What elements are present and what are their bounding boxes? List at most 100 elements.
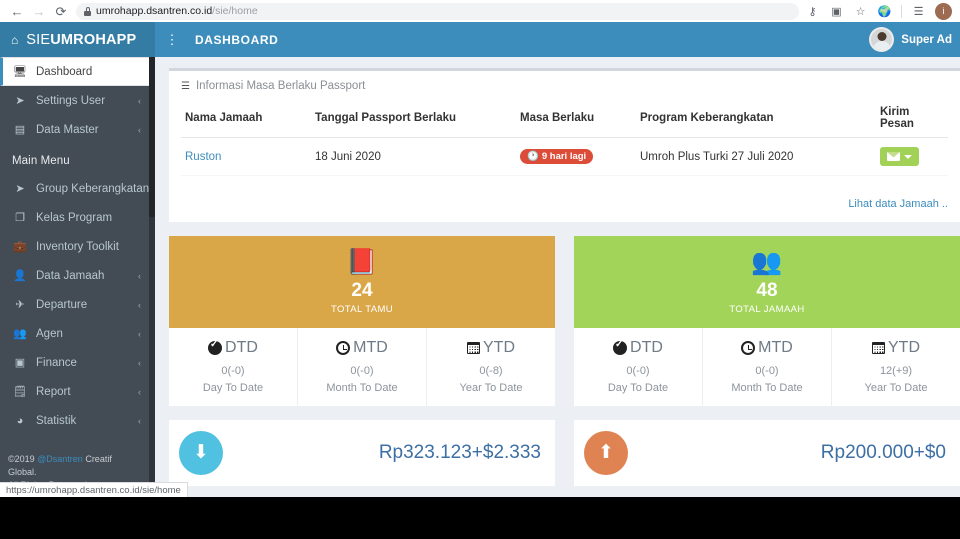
sidebar-item-statistik[interactable]: ◕ Statistik ‹ bbox=[0, 406, 155, 435]
stat-card-number: 48 bbox=[756, 280, 778, 301]
col-nama-jamaah: Nama Jamaah bbox=[181, 100, 311, 138]
sidebar-item-kelas-program[interactable]: ❐ Kelas Program bbox=[0, 203, 155, 232]
sidebar: 🖥 Dashboard ➤ Settings User ‹ ▤ Data Mas… bbox=[0, 57, 155, 497]
chevron-left-icon: ‹ bbox=[138, 415, 141, 426]
top-navbar: ⋮ DASHBOARD Super Ad bbox=[155, 22, 960, 57]
sidebar-item-finance[interactable]: ▣ Finance ‹ bbox=[0, 348, 155, 377]
sidebar-item-label: Finance bbox=[36, 356, 77, 369]
metric-subtitle: Day To Date bbox=[607, 381, 669, 394]
globe-icon[interactable]: 🌍 bbox=[877, 4, 892, 19]
calendar-icon bbox=[872, 341, 885, 354]
stat-card-row: 📕 24 TOTAL TAMU DTD 0(-0) Day To Date MT… bbox=[169, 236, 960, 486]
reading-list-icon[interactable]: ☰ bbox=[911, 4, 926, 19]
metric-subtitle: Day To Date bbox=[202, 381, 264, 394]
users-icon: 👥 bbox=[751, 248, 783, 276]
footer-link[interactable]: @Dsantren bbox=[37, 454, 83, 464]
forward-icon[interactable]: → bbox=[28, 1, 50, 21]
browser-toolbar: ← → ⟳ umrohapp.dsantren.co.id/sie/home ⚷… bbox=[0, 0, 960, 22]
paper-plane-icon: ➤ bbox=[15, 183, 25, 195]
sidebar-item-dashboard[interactable]: 🖥 Dashboard bbox=[0, 57, 155, 86]
arrow-up-icon: ⬆ bbox=[584, 430, 628, 475]
key-icon[interactable]: ⚷ bbox=[805, 4, 820, 19]
plane-icon: ✈ bbox=[15, 299, 25, 311]
passport-panel-header: ☰ Informasi Masa Berlaku Passport bbox=[169, 71, 960, 100]
sidebar-item-settings-user[interactable]: ➤ Settings User ‹ bbox=[0, 86, 155, 115]
cell-program-keberangkatan: Umroh Plus Turki 27 Juli 2020 bbox=[636, 137, 876, 176]
page-title: DASHBOARD bbox=[195, 32, 279, 47]
send-message-button[interactable] bbox=[880, 147, 919, 166]
stat-card-total-jamaah: 👥 48 TOTAL JAMAAH DTD 0(-0) Day To Date … bbox=[574, 236, 960, 406]
metric-mtd: MTD 0(-0) Month To Date bbox=[703, 327, 832, 406]
metric-title: DTD bbox=[574, 339, 702, 357]
metric-title-label: YTD bbox=[483, 338, 515, 356]
metric-value: 0(-0) bbox=[221, 364, 245, 377]
caret-down-icon bbox=[904, 154, 912, 159]
chevron-left-icon: ‹ bbox=[138, 124, 141, 135]
lock-icon bbox=[84, 6, 91, 16]
address-bar[interactable]: umrohapp.dsantren.co.id/sie/home bbox=[76, 2, 799, 20]
table-header-row: Nama Jamaah Tanggal Passport Berlaku Mas… bbox=[181, 100, 948, 138]
back-icon[interactable]: ← bbox=[6, 1, 28, 21]
bookmark-star-icon[interactable]: ☆ bbox=[853, 4, 868, 19]
metric-title-label: DTD bbox=[225, 338, 258, 356]
passport-panel-body: Nama Jamaah Tanggal Passport Berlaku Mas… bbox=[169, 100, 960, 186]
clock-icon bbox=[336, 340, 351, 355]
metric-subtitle: Year To Date bbox=[864, 381, 928, 394]
metric-title: MTD bbox=[703, 339, 831, 357]
stat-card-metrics: DTD 0(-0) Day To Date MTD 0(-0) Month To… bbox=[169, 327, 555, 406]
metric-title-label: MTD bbox=[353, 338, 388, 356]
sidebar-item-inventory-toolkit[interactable]: 💼 Inventory Toolkit bbox=[0, 232, 155, 261]
logo-bold: UMROHAPP bbox=[50, 31, 137, 48]
metric-mtd: MTD 0(-0) Month To Date bbox=[298, 327, 427, 406]
cell-masa-berlaku: 🕐 9 hari lagi bbox=[516, 137, 636, 176]
user-menu[interactable]: Super Ad bbox=[869, 22, 960, 57]
toolbar-icon-group: ⚷ ▣ ☆ 🌍 ☰ i bbox=[805, 2, 954, 20]
passport-panel: ☰ Informasi Masa Berlaku Passport Nama J… bbox=[169, 68, 960, 222]
sidebar-item-label: Report bbox=[36, 385, 71, 398]
home-icon: ⌂ bbox=[11, 32, 19, 47]
sidebar-toggle-icon[interactable]: ⋮ bbox=[155, 22, 189, 57]
jamaah-name-link[interactable]: Ruston bbox=[185, 151, 221, 163]
metric-dtd: DTD 0(-0) Day To Date bbox=[574, 327, 703, 406]
url-path: /sie/home bbox=[212, 5, 258, 17]
extension-icon[interactable]: ▣ bbox=[829, 4, 844, 19]
reload-icon[interactable]: ⟳ bbox=[50, 1, 72, 21]
main-content: ☰ Informasi Masa Berlaku Passport Nama J… bbox=[155, 57, 960, 497]
stat-card-column-right: 👥 48 TOTAL JAMAAH DTD 0(-0) Day To Date … bbox=[574, 236, 960, 486]
sidebar-item-data-master[interactable]: ▤ Data Master ‹ bbox=[0, 115, 155, 144]
stat-card-caption: TOTAL TAMU bbox=[330, 303, 394, 315]
status-bar-url: https://umrohapp.dsantren.co.id/sie/home bbox=[0, 482, 188, 497]
sidebar-item-departure[interactable]: ✈ Departure ‹ bbox=[0, 290, 155, 319]
sidebar-item-label: Dashboard bbox=[36, 65, 93, 78]
book-icon: 📕 bbox=[346, 248, 378, 276]
briefcase-icon: 💼 bbox=[13, 241, 27, 253]
sidebar-item-report[interactable]: 🗒 Report ‹ bbox=[0, 377, 155, 406]
sidebar-item-group-keberangkatan[interactable]: ➤ Group Keberangkatan bbox=[0, 174, 155, 203]
metric-title: YTD bbox=[427, 339, 555, 357]
sidebar-item-label: Settings User bbox=[36, 94, 106, 107]
passport-table: Nama Jamaah Tanggal Passport Berlaku Mas… bbox=[181, 100, 948, 176]
metric-title-label: DTD bbox=[630, 338, 663, 356]
check-circle-icon bbox=[208, 339, 223, 355]
chevron-left-icon: ‹ bbox=[138, 357, 141, 368]
sidebar-item-agen[interactable]: 👥 Agen ‹ bbox=[0, 319, 155, 348]
metric-subtitle: Month To Date bbox=[731, 381, 803, 394]
sidebar-section-label: Main Menu bbox=[12, 155, 70, 167]
chevron-left-icon: ‹ bbox=[138, 299, 141, 310]
chevron-left-icon: ‹ bbox=[138, 386, 141, 397]
sidebar-item-label: Group Keberangkatan bbox=[36, 182, 150, 195]
passport-panel-footer: Lihat data Jamaah .. bbox=[169, 186, 960, 222]
cell-nama-jamaah: Ruston bbox=[181, 137, 311, 176]
sidebar-item-label: Data Master bbox=[36, 123, 99, 136]
passport-panel-title: Informasi Masa Berlaku Passport bbox=[195, 80, 366, 92]
app-logo[interactable]: ⌂ SIEUMROHAPP bbox=[0, 22, 155, 57]
metric-value: 0(-0) bbox=[755, 364, 779, 377]
view-jamaah-data-link[interactable]: Lihat data Jamaah .. bbox=[848, 198, 948, 210]
chrome-profile-avatar[interactable]: i bbox=[935, 2, 952, 20]
clock-icon: 🕐 bbox=[527, 151, 539, 162]
sidebar-item-label: Inventory Toolkit bbox=[36, 240, 119, 253]
metric-title: MTD bbox=[298, 339, 426, 357]
check-circle-icon bbox=[613, 339, 628, 355]
url-text: umrohapp.dsantren.co.id/sie/home bbox=[96, 5, 258, 17]
sidebar-item-data-jamaah[interactable]: 👤 Data Jamaah ‹ bbox=[0, 261, 155, 290]
